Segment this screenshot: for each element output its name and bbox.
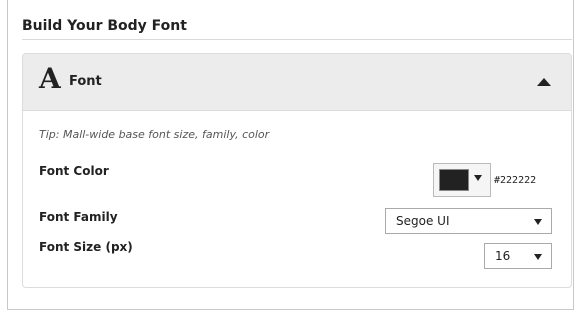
font-family-value: Segoe UI xyxy=(396,214,450,228)
font-size-select[interactable]: 16 xyxy=(484,243,552,269)
caret-down-icon xyxy=(534,254,542,260)
font-icon: A xyxy=(39,62,61,95)
font-color-picker[interactable] xyxy=(433,163,491,197)
tip-text: Tip: Mall-wide base font size, family, c… xyxy=(39,128,270,141)
caret-down-icon xyxy=(534,219,542,225)
section-divider xyxy=(22,39,572,40)
caret-down-icon xyxy=(474,175,482,181)
font-color-hex[interactable]: #222222 xyxy=(494,175,536,186)
font-color-label: Font Color xyxy=(39,164,109,178)
panel-header-label: Font xyxy=(69,74,102,89)
font-size-label: Font Size (px) xyxy=(39,240,133,254)
font-panel-header[interactable]: A Font xyxy=(23,54,571,111)
color-swatch xyxy=(439,169,469,191)
font-family-select[interactable]: Segoe UI xyxy=(385,208,552,234)
font-size-value: 16 xyxy=(495,249,511,263)
font-panel: A Font Tip: Mall-wide base font size, fa… xyxy=(22,53,572,288)
section-title: Build Your Body Font xyxy=(22,18,187,34)
font-family-label: Font Family xyxy=(39,210,118,224)
caret-up-icon[interactable] xyxy=(537,78,551,86)
